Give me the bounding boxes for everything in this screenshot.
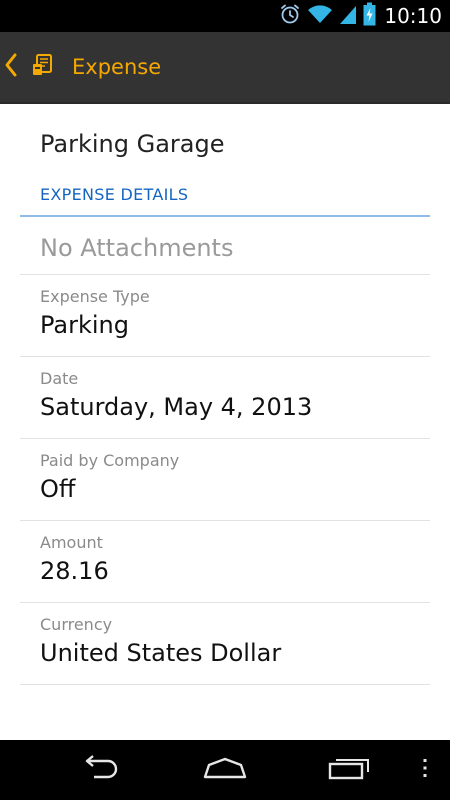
field-label: Paid by Company [40,451,180,470]
attachments-row[interactable]: No Attachments [20,217,430,275]
status-bar: 10:10 [0,0,450,32]
field-value: United States Dollar [40,639,282,667]
navigation-bar [0,740,450,800]
field-row-currency[interactable]: Currency United States Dollar [20,603,430,685]
field-label: Date [40,369,79,388]
field-label: Expense Type [40,287,150,306]
nav-home-button[interactable] [195,740,255,800]
overflow-menu-icon [422,757,428,783]
field-value: 28.16 [40,557,109,585]
expense-detail-content: Parking Garage EXPENSE DETAILS No Attach… [0,102,450,740]
attachments-label: No Attachments [40,234,234,262]
battery-charging-icon [363,2,376,30]
field-value: Parking [40,311,129,339]
field-row-amount[interactable]: Amount 28.16 [20,521,430,603]
recent-apps-icon [327,756,373,784]
back-icon [78,755,122,785]
wifi-icon [307,3,333,29]
nav-overflow-button[interactable] [410,740,440,800]
field-label: Amount [40,533,103,552]
app-expense-icon [32,53,54,81]
field-value: Saturday, May 4, 2013 [40,393,313,421]
expense-title: Parking Garage [40,130,225,158]
home-icon [201,757,249,783]
action-bar: Expense [0,32,450,102]
action-bar-title: Expense [72,55,162,79]
signal-icon [339,3,357,29]
nav-back-button[interactable] [70,740,130,800]
nav-recent-apps-button[interactable] [320,740,380,800]
section-header: EXPENSE DETAILS [40,185,189,204]
status-icons: 10:10 [279,0,442,32]
field-row-paid-by-company[interactable]: Paid by Company Off [20,439,430,521]
alarm-icon [279,3,301,29]
field-value: Off [40,475,76,503]
up-button[interactable] [0,32,54,102]
field-row-expense-type[interactable]: Expense Type Parking [20,275,430,357]
field-label: Currency [40,615,113,634]
status-time: 10:10 [384,4,442,28]
field-row-date[interactable]: Date Saturday, May 4, 2013 [20,357,430,439]
back-chevron-icon [4,52,18,82]
